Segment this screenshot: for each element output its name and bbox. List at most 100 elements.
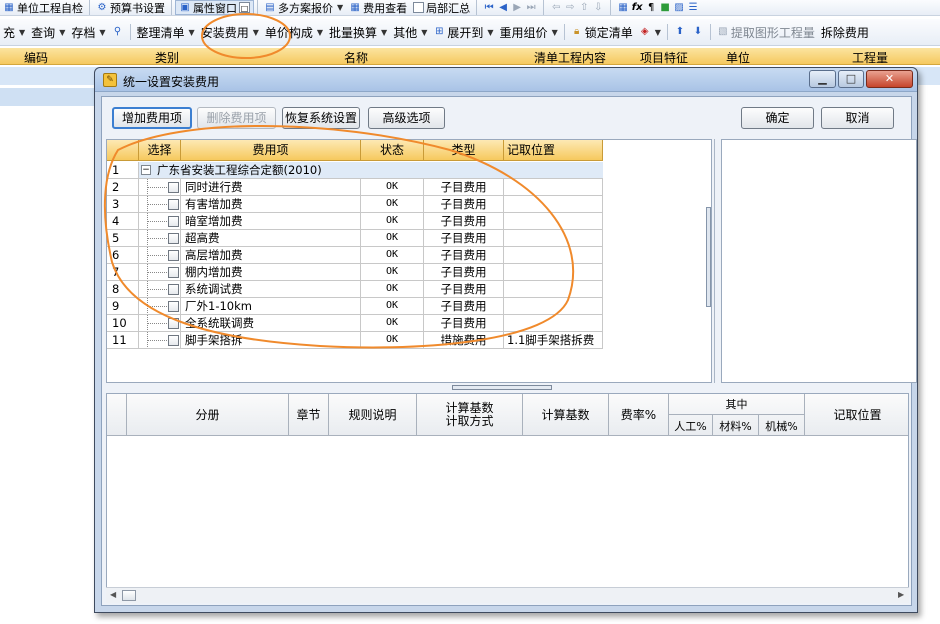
toolbar-other[interactable]: 其他 ▼ (390, 19, 430, 45)
toolbar-item-property-window[interactable]: ▣ 属性窗口 □ (175, 0, 254, 15)
row-checkbox[interactable] (168, 199, 179, 210)
arrow-up-icon[interactable]: ⇧ (578, 2, 590, 14)
cancel-button[interactable]: 取消 (821, 107, 894, 129)
col-features[interactable]: 项目特征 (640, 49, 688, 66)
fee-row[interactable]: 4 暗室增加费 OK 子目费用 (107, 213, 603, 230)
col-status[interactable]: 状态 (361, 140, 424, 160)
col-record-location[interactable]: 记取位置 (805, 394, 908, 436)
paragraph-icon[interactable]: ¶ (645, 2, 657, 14)
toolbar-organize-list[interactable]: 整理清单 ▼ (134, 19, 198, 45)
function-icon[interactable]: fx (631, 2, 643, 14)
col-type[interactable]: 类型 (424, 140, 504, 160)
col-rate[interactable]: 费率% (609, 394, 669, 436)
image-icon[interactable]: ▨ (673, 2, 685, 14)
col-quantity[interactable]: 工程量 (852, 49, 888, 66)
arrow-right-icon[interactable]: ⇨ (564, 2, 576, 14)
toolbar-demolition-fee[interactable]: 拆除费用 (818, 19, 872, 45)
prev-icon[interactable]: ◀ (497, 2, 509, 14)
col-select[interactable]: 选择 (139, 140, 181, 160)
minimize-button[interactable]: ▁ (809, 70, 836, 88)
restore-system-settings-button[interactable]: 恢复系统设置 (282, 107, 360, 129)
row-checkbox[interactable] (168, 284, 179, 295)
horizontal-scrollbar[interactable]: ◀ ▶ (106, 587, 909, 603)
row-checkbox[interactable] (168, 233, 179, 244)
location-cell[interactable] (504, 230, 603, 246)
col-material[interactable]: 材料% (713, 415, 759, 436)
fee-row[interactable]: 2 同时进行费 OK 子目费用 (107, 179, 603, 196)
col-list-content[interactable]: 清单工程内容 (534, 49, 606, 66)
next-icon[interactable]: ▶ (511, 2, 523, 14)
location-cell[interactable] (504, 196, 603, 212)
toolbar-binoculars[interactable]: ⚲ (109, 19, 127, 45)
toolbar-fill-color[interactable]: ◈ ▼ (636, 19, 664, 45)
fee-row[interactable]: 8 系统调试费 OK 子目费用 (107, 281, 603, 298)
col-volume[interactable]: 分册 (127, 394, 289, 436)
close-button[interactable]: ✕ (866, 70, 913, 88)
fee-row[interactable]: 11 脚手架搭拆 OK 措施费用 1.1脚手架搭拆费 (107, 332, 603, 349)
col-base-method[interactable]: 计算基数 计取方式 (417, 394, 523, 436)
toolbar-item-partial-summary[interactable]: 局部汇总 (410, 0, 473, 15)
toolbar-archive[interactable]: 存档 ▼ (68, 19, 108, 45)
toolbar-install-fee[interactable]: 安装费用 ▼ (198, 19, 262, 45)
row-checkbox[interactable] (168, 267, 179, 278)
cube-icon[interactable]: ■ (659, 2, 671, 14)
toolbar-move-up[interactable]: ⬆ (671, 19, 689, 45)
toolbar-reuse-price[interactable]: 重用组价 ▼ (497, 19, 561, 45)
toolbar-item-budget-settings[interactable]: ⚙ 预算书设置 (93, 0, 168, 15)
calculator-icon[interactable]: ▦ (617, 2, 629, 14)
location-cell[interactable] (504, 247, 603, 263)
toolbar-item-fee-view[interactable]: ▦ 费用查看 (346, 0, 410, 15)
main-grid-row[interactable] (0, 88, 100, 106)
toolbar-lock-list[interactable]: 🔒︎ 锁定清单 (568, 19, 636, 45)
add-fee-item-button[interactable]: 增加费用项 (112, 107, 192, 129)
dialog-titlebar[interactable]: ✎ 统一设置安装费用 ▁ □ ✕ (95, 68, 917, 92)
scroll-right-icon[interactable]: ▶ (898, 590, 904, 599)
checkbox-icon[interactable] (413, 2, 425, 13)
scroll-left-icon[interactable]: ◀ (110, 590, 116, 599)
fee-row[interactable]: 6 高层增加费 OK 子目费用 (107, 247, 603, 264)
arrow-left-icon[interactable]: ⇦ (550, 2, 562, 14)
col-code[interactable]: 编码 (24, 49, 48, 66)
col-fee-item[interactable]: 费用项 (181, 140, 361, 160)
location-cell[interactable] (504, 179, 603, 195)
toolbar-unit-price[interactable]: 单价构成 ▼ (262, 19, 326, 45)
ok-button[interactable]: 确定 (741, 107, 814, 129)
fee-row[interactable]: 9 厂外1-10km OK 子目费用 (107, 298, 603, 315)
fee-row[interactable]: 3 有害增加费 OK 子目费用 (107, 196, 603, 213)
location-cell[interactable] (504, 315, 603, 331)
location-cell[interactable] (504, 298, 603, 314)
toolbar-batch-convert[interactable]: 批量换算 ▼ (326, 19, 390, 45)
row-checkbox[interactable] (168, 301, 179, 312)
col-category[interactable]: 类别 (155, 49, 179, 66)
col-machine[interactable]: 机械% (759, 415, 805, 436)
collapse-icon[interactable]: − (141, 165, 151, 175)
row-checkbox[interactable] (168, 335, 179, 346)
last-icon[interactable]: ⏭ (525, 2, 537, 14)
scrollbar-thumb[interactable] (122, 590, 136, 601)
row-checkbox[interactable] (168, 250, 179, 261)
group-row[interactable]: 1 − 广东省安装工程综合定额(2010) (107, 162, 603, 179)
col-location[interactable]: 记取位置 (504, 140, 603, 160)
list-icon[interactable]: ☰ (687, 2, 699, 14)
location-cell[interactable] (504, 281, 603, 297)
location-cell[interactable] (504, 264, 603, 280)
fee-row[interactable]: 7 棚内增加费 OK 子目费用 (107, 264, 603, 281)
toolbar-item-unit-check[interactable]: ▦ 单位工程自检 (0, 0, 86, 15)
col-labor[interactable]: 人工% (669, 415, 713, 436)
row-checkbox[interactable] (168, 216, 179, 227)
vertical-splitter[interactable] (706, 207, 711, 307)
toolbar-fill[interactable]: 充 ▼ (0, 19, 28, 45)
delete-fee-item-button[interactable]: 删除费用项 (197, 107, 276, 129)
toolbar-query[interactable]: 查询 ▼ (28, 19, 68, 45)
toolbar-move-down[interactable]: ⬇ (689, 19, 707, 45)
col-unit[interactable]: 单位 (726, 49, 750, 66)
advanced-options-button[interactable]: 高级选项 (368, 107, 445, 129)
row-checkbox[interactable] (168, 318, 179, 329)
col-chapter[interactable]: 章节 (289, 394, 329, 436)
toolbar-item-multi-plan-quote[interactable]: ▤ 多方案报价 ▼ (261, 0, 346, 15)
fee-row[interactable]: 10 全系统联调费 OK 子目费用 (107, 315, 603, 332)
first-icon[interactable]: ⏮ (483, 2, 495, 14)
arrow-down-icon[interactable]: ⇩ (592, 2, 604, 14)
col-calc-base[interactable]: 计算基数 (523, 394, 609, 436)
fee-row[interactable]: 5 超高费 OK 子目费用 (107, 230, 603, 247)
